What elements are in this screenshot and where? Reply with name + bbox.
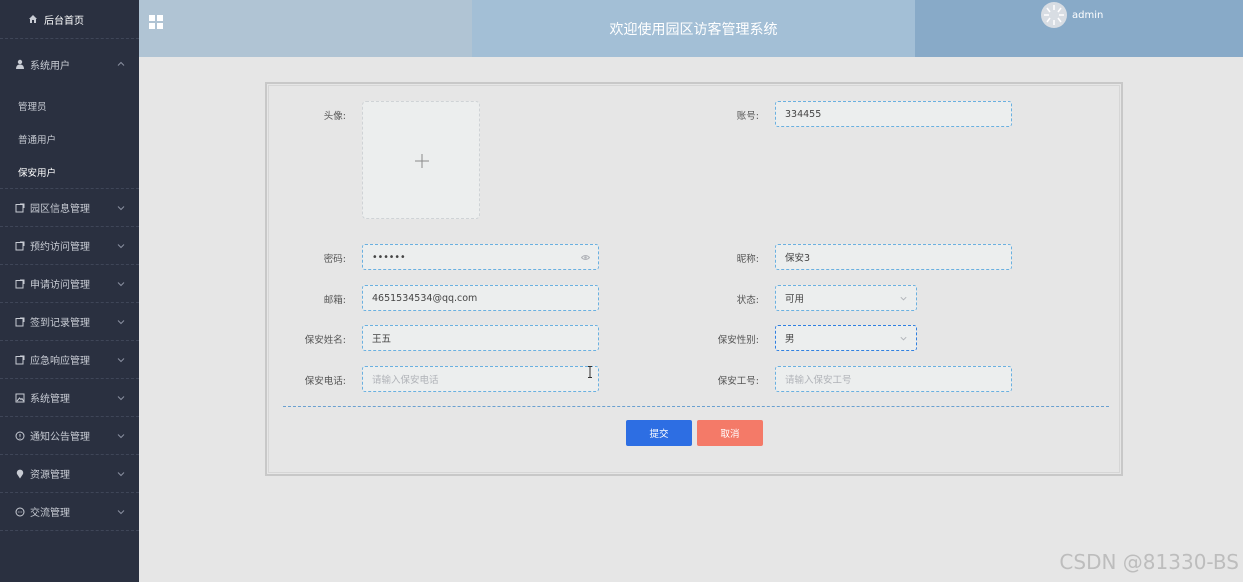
guard-id-label: 保安工号: — [717, 376, 759, 387]
sidebar-item-label: 系统管理 — [30, 394, 70, 405]
avatar-upload[interactable] — [362, 101, 480, 219]
picture-icon — [15, 393, 25, 402]
doc-edit-icon — [15, 203, 25, 212]
sidebar-item-resource[interactable]: 资源管理 — [0, 455, 139, 493]
chevron-down-icon — [117, 281, 125, 286]
sidebar-item-label: 签到记录管理 — [30, 318, 90, 329]
grid-menu-icon[interactable] — [149, 15, 163, 29]
doc-edit-icon — [15, 355, 25, 364]
text-cursor-icon — [588, 366, 592, 378]
plus-icon — [415, 154, 429, 168]
sidebar-item-system-user[interactable]: 系统用户 — [0, 39, 139, 89]
top-header: 欢迎使用园区访客管理系统 admin — [139, 0, 1243, 57]
sidebar-item-label: 资源管理 — [30, 470, 70, 481]
sidebar-item-label: 系统用户 — [30, 60, 70, 72]
guard-phone-label: 保安电话: — [304, 376, 346, 387]
submit-button[interactable]: 提交 — [626, 420, 692, 446]
watermark: CSDN @81330-BS — [1059, 550, 1239, 574]
sidebar: 后台首页 系统用户 管理员 普通用户 保安用户 园区信息管理 预约访问管理 申请… — [0, 0, 139, 582]
header-title: 欢迎使用园区访客管理系统 — [472, 0, 915, 57]
chevron-up-icon — [117, 61, 125, 66]
sidebar-item-emergency[interactable]: 应急响应管理 — [0, 341, 139, 379]
sidebar-item-application[interactable]: 申请访问管理 — [0, 265, 139, 303]
doc-edit-icon — [15, 241, 25, 250]
sidebar-item-notice[interactable]: 通知公告管理 — [0, 417, 139, 455]
sidebar-item-label: 通知公告管理 — [30, 432, 90, 443]
password-label: 密码: — [323, 254, 346, 265]
doc-edit-icon — [15, 279, 25, 288]
email-label: 邮箱: — [323, 295, 346, 306]
avatar-label: 头像: — [323, 111, 346, 122]
sidebar-item-reservation[interactable]: 预约访问管理 — [0, 227, 139, 265]
status-select[interactable]: 可用 — [775, 285, 917, 311]
sidebar-item-checkin[interactable]: 签到记录管理 — [0, 303, 139, 341]
doc-edit-icon — [15, 317, 25, 326]
eye-icon[interactable] — [581, 253, 590, 262]
chevron-down-icon — [900, 296, 907, 300]
sidebar-item-label: 申请访问管理 — [30, 280, 90, 291]
guard-id-input[interactable]: 请输入保安工号 — [775, 366, 1012, 392]
sidebar-home[interactable]: 后台首页 — [0, 0, 139, 38]
guard-name-field[interactable]: 王五 — [362, 325, 599, 351]
guard-gender-select[interactable]: 男 — [775, 325, 917, 351]
chat-icon — [15, 507, 25, 516]
sidebar-item-label: 预约访问管理 — [30, 242, 90, 253]
info-circle-icon — [15, 431, 25, 440]
guard-name-label: 保安姓名: — [304, 335, 346, 346]
status-value: 可用 — [785, 294, 805, 305]
chevron-down-icon — [117, 205, 125, 210]
cancel-button[interactable]: 取消 — [697, 420, 763, 446]
sidebar-item-system-manage[interactable]: 系统管理 — [0, 379, 139, 417]
username[interactable]: admin — [1072, 10, 1103, 21]
guard-gender-label: 保安性别: — [717, 335, 759, 346]
loading-spinner-icon — [1044, 5, 1064, 25]
chevron-down-icon — [117, 509, 125, 514]
sidebar-sub-guard-user[interactable]: 保安用户 — [0, 155, 139, 188]
form-divider — [283, 406, 1109, 407]
nickname-field[interactable]: 保安3 — [775, 244, 1012, 270]
header-right: admin — [915, 0, 1243, 57]
password-field[interactable]: •••••• — [362, 244, 599, 270]
chevron-down-icon — [117, 243, 125, 248]
status-label: 状态: — [736, 295, 759, 306]
header-left — [139, 0, 472, 57]
sidebar-home-label: 后台首页 — [44, 15, 84, 27]
password-value: •••••• — [372, 251, 406, 263]
chevron-down-icon — [117, 433, 125, 438]
form-inner: 头像: 账号: 334455 密码: •••••• 昵称: 保安3 邮箱: 46… — [268, 85, 1120, 473]
location-icon — [16, 469, 24, 478]
chevron-down-icon — [117, 357, 125, 362]
guard-phone-input[interactable]: 请输入保安电话 — [362, 366, 599, 392]
sidebar-item-exchange[interactable]: 交流管理 — [0, 493, 139, 531]
chevron-down-icon — [117, 471, 125, 476]
email-field[interactable]: 4651534534@qq.com — [362, 285, 599, 311]
nickname-label: 昵称: — [736, 254, 759, 265]
sidebar-sub-normal-user[interactable]: 普通用户 — [0, 122, 139, 155]
chevron-down-icon — [117, 395, 125, 400]
home-icon — [29, 15, 37, 23]
guard-gender-value: 男 — [785, 334, 795, 345]
guard-user-form: 头像: 账号: 334455 密码: •••••• 昵称: 保安3 邮箱: 46… — [265, 82, 1123, 476]
sidebar-item-label: 交流管理 — [30, 508, 70, 519]
sidebar-item-label: 园区信息管理 — [30, 204, 90, 215]
chevron-down-icon — [117, 319, 125, 324]
account-label: 账号: — [736, 111, 759, 122]
sidebar-item-park-info[interactable]: 园区信息管理 — [0, 189, 139, 227]
sidebar-item-label: 应急响应管理 — [30, 356, 90, 367]
avatar[interactable] — [1041, 2, 1067, 28]
sidebar-sub-admin[interactable]: 管理员 — [0, 89, 139, 122]
user-icon — [16, 59, 24, 69]
chevron-down-icon — [900, 336, 907, 340]
account-field[interactable]: 334455 — [775, 101, 1012, 127]
sidebar-group-system-user: 系统用户 管理员 普通用户 保安用户 — [0, 38, 139, 189]
